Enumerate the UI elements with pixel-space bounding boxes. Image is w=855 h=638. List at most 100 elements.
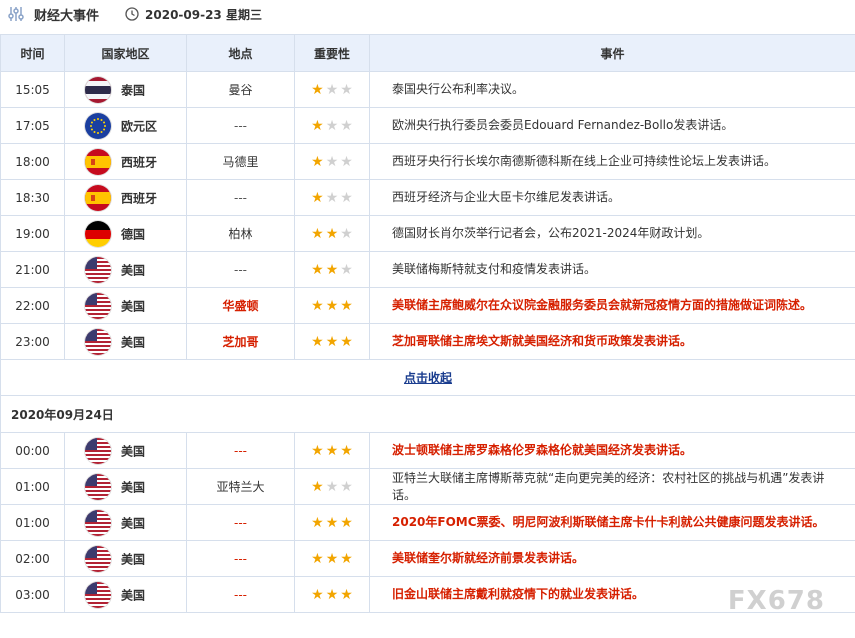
- importance-stars: ★★★: [311, 588, 353, 602]
- usa-flag-icon: [85, 546, 111, 572]
- event-importance: ★★★: [295, 108, 370, 144]
- event-country: 美国: [65, 433, 187, 469]
- star-icon: ★: [326, 588, 339, 602]
- star-icon: ★: [311, 588, 324, 602]
- importance-stars: ★★★: [311, 444, 353, 458]
- today-events: 15:05泰国曼谷★★★泰国央行公布利率决议。17:05欧元区---★★★欧洲央…: [1, 72, 855, 360]
- importance-stars: ★★★: [311, 191, 353, 205]
- table-row: 23:00美国芝加哥 ★★★ 芝加哥联储主席埃文斯就美国经济和货币政策发表讲话。: [1, 324, 855, 360]
- event-country: 美国: [65, 324, 187, 360]
- event-time: 22:00: [1, 288, 65, 324]
- star-icon: ★: [340, 155, 353, 169]
- star-icon: ★: [326, 480, 339, 494]
- importance-stars: ★★★: [311, 516, 353, 530]
- usa-flag-icon: [85, 293, 111, 319]
- table-row: 22:00 美国 华盛顿 ★★★ 美联储主席鲍威尔在众议院金融服务委员会就新冠疫情方面的…: [1, 288, 855, 324]
- event-importance: ★★★: [295, 469, 370, 505]
- usa-flag-icon: [85, 438, 111, 464]
- table-row: 15:05泰国曼谷★★★泰国央行公布利率决议。: [1, 72, 855, 108]
- event-description: 泰国央行公布利率决议。: [370, 72, 855, 108]
- event-country: 泰国: [65, 72, 187, 108]
- country-name: 泰国: [121, 83, 145, 97]
- event-location: 柏林: [187, 216, 295, 252]
- event-time: 23:00: [1, 324, 65, 360]
- usa-flag-icon: [85, 510, 111, 536]
- events-table-wrap: 时间 国家地区 地点 重要性 事件 15:05泰国曼谷★★★泰国央行公布利率决议…: [0, 34, 855, 613]
- next-date-label: 2020年09月24日: [1, 396, 855, 433]
- event-description: 德国财长肖尔茨举行记者会，公布2021-2024年财政计划。: [370, 216, 855, 252]
- country-name: 美国: [121, 552, 145, 566]
- table-row: 02:00美国---★★★美联储奎尔斯就经济前景发表讲话。: [1, 541, 855, 577]
- star-icon: ★: [340, 552, 353, 566]
- event-time: 15:05: [1, 72, 65, 108]
- event-time: 19:00: [1, 216, 65, 252]
- event-location: 亚特兰大: [187, 469, 295, 505]
- star-icon: ★: [326, 516, 339, 530]
- event-time: 00:00: [1, 433, 65, 469]
- event-importance: ★★★: [295, 433, 370, 469]
- event-country: 美国: [65, 577, 187, 613]
- event-importance: ★★★: [295, 252, 370, 288]
- star-icon: ★: [340, 480, 353, 494]
- event-description: 2020年FOMC票委、明尼阿波利斯联储主席卡什卡利就公共健康问题发表讲话。: [370, 505, 855, 541]
- star-icon: ★: [311, 444, 324, 458]
- star-icon: ★: [340, 119, 353, 133]
- event-location: 华盛顿: [187, 288, 295, 324]
- event-location: ---: [187, 541, 295, 577]
- current-date: 2020-09-23 星期三: [145, 6, 262, 23]
- star-icon: ★: [311, 516, 324, 530]
- collapse-link[interactable]: 点击收起: [404, 371, 452, 385]
- star-icon: ★: [326, 119, 339, 133]
- country-name: 西班牙: [121, 155, 157, 169]
- event-country: 美国: [65, 469, 187, 505]
- event-importance: ★★★: [295, 216, 370, 252]
- germany-flag-icon: [85, 221, 111, 247]
- watermark-logo: FX678: [728, 586, 825, 616]
- top-bar: 财经大事件 2020-09-23 星期三: [0, 0, 855, 28]
- event-description: 美联储主席鲍威尔在众议院金融服务委员会就新冠疫情方面的措施做证词陈述。: [370, 288, 855, 324]
- country-name: 美国: [121, 444, 145, 458]
- event-time: 21:00: [1, 252, 65, 288]
- next-day-events: 00:00美国---★★★波士顿联储主席罗森格伦罗森格伦就美国经济发表讲话。01…: [1, 433, 855, 613]
- event-location: 芝加哥: [187, 324, 295, 360]
- page-title: 财经大事件: [34, 5, 99, 24]
- event-time: 01:00: [1, 469, 65, 505]
- spain-flag-icon: [85, 185, 111, 211]
- star-icon: ★: [340, 83, 353, 97]
- table-row: 01:00美国---★★★2020年FOMC票委、明尼阿波利斯联储主席卡什卡利就…: [1, 505, 855, 541]
- importance-stars: ★★★: [311, 119, 353, 133]
- importance-stars: ★★★: [311, 299, 353, 313]
- country-name: 美国: [121, 588, 145, 602]
- col-header-time: 时间: [1, 35, 65, 72]
- table-row: 21:00美国---★★★美联储梅斯特就支付和疫情发表讲话。: [1, 252, 855, 288]
- event-location: ---: [187, 505, 295, 541]
- event-time: 18:00: [1, 144, 65, 180]
- event-description: 欧洲央行执行委员会委员Edouard Fernandez-Bollo发表讲话。: [370, 108, 855, 144]
- star-icon: ★: [311, 263, 324, 277]
- usa-flag-icon: [85, 582, 111, 608]
- date-row: 2020年09月24日: [1, 396, 855, 433]
- country-name: 美国: [121, 299, 145, 313]
- star-icon: ★: [326, 263, 339, 277]
- star-icon: ★: [340, 263, 353, 277]
- country-name: 美国: [121, 480, 145, 494]
- star-icon: ★: [326, 299, 339, 313]
- star-icon: ★: [340, 335, 353, 349]
- star-icon: ★: [326, 191, 339, 205]
- event-importance: ★★★: [295, 288, 370, 324]
- event-location: ---: [187, 108, 295, 144]
- event-location: 曼谷: [187, 72, 295, 108]
- importance-stars: ★★★: [311, 480, 353, 494]
- event-importance: ★★★: [295, 505, 370, 541]
- eu-flag-icon: [85, 113, 111, 139]
- event-country: 美国: [65, 505, 187, 541]
- country-name: 美国: [121, 516, 145, 530]
- event-description: 芝加哥联储主席埃文斯就美国经济和货币政策发表讲话。: [370, 324, 855, 360]
- event-time: 03:00: [1, 577, 65, 613]
- table-row: 03:00美国---★★★旧金山联储主席戴利就疫情下的就业发表讲话。: [1, 577, 855, 613]
- events-table: 时间 国家地区 地点 重要性 事件 15:05泰国曼谷★★★泰国央行公布利率决议…: [0, 34, 855, 613]
- col-header-country: 国家地区: [65, 35, 187, 72]
- event-time: 18:30: [1, 180, 65, 216]
- table-row: 01:00美国亚特兰大★★★亚特兰大联储主席博斯蒂克就“走向更完美的经济：农村社…: [1, 469, 855, 505]
- importance-stars: ★★★: [311, 335, 353, 349]
